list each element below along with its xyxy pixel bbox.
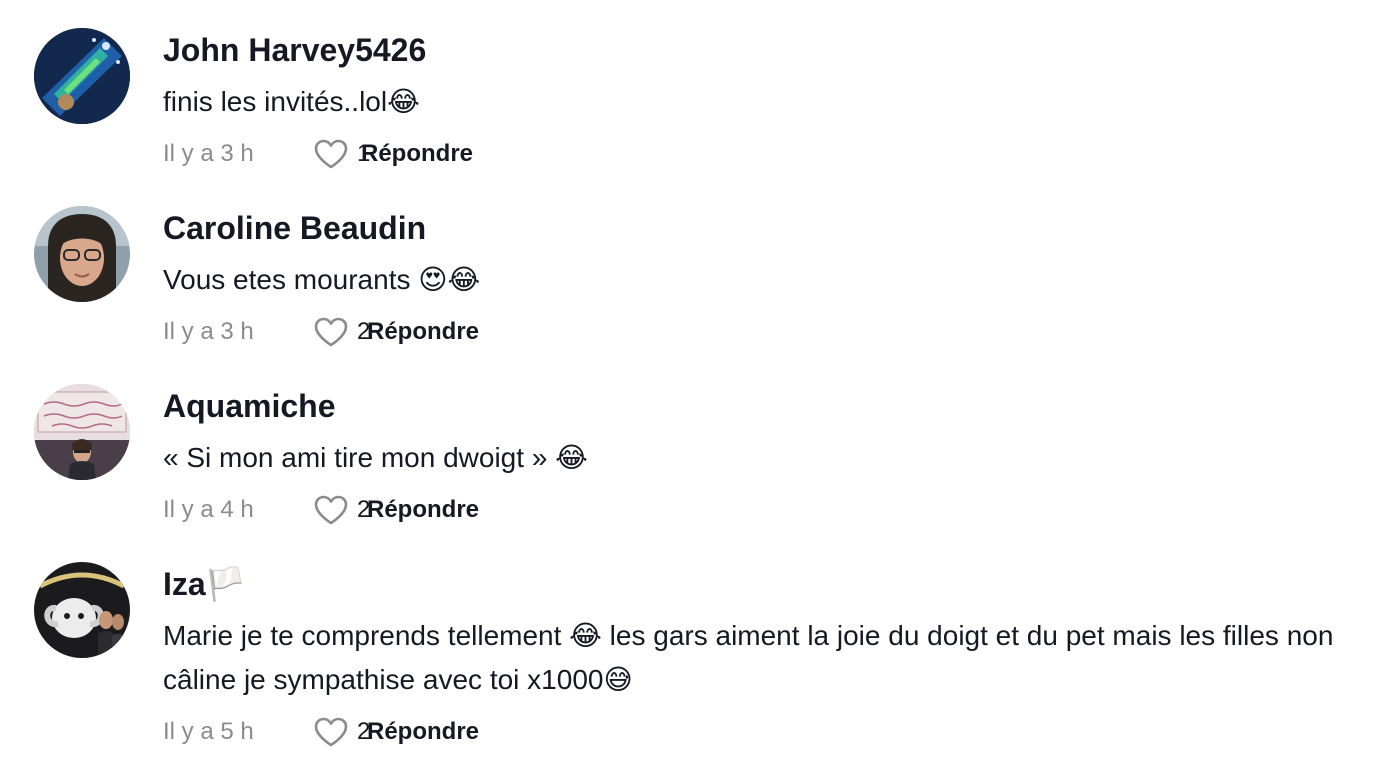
comment-text: Marie je te comprends tellement 😂 les ga… [163,620,1334,695]
comment-username[interactable]: Caroline Beaudin [163,208,426,248]
comment-meta: Il y a 5 h 2 Répondre [163,712,479,752]
comment-text: finis les invités..lol😂 [163,86,420,117]
comment-time: Il y a 4 h [163,496,254,523]
avatar[interactable] [34,562,130,658]
comment-time: Il y a 3 h [163,140,254,167]
reply-button[interactable]: Répondre [367,318,479,346]
comment-text: « Si mon ami tire mon dwoigt » 😂 [163,442,588,473]
avatar[interactable] [34,384,130,480]
comment-username[interactable]: Aquamiche [163,386,335,426]
avatar[interactable] [34,206,130,302]
heart-outline-icon [314,717,348,747]
comment-meta: Il y a 3 h 2 Répondre [163,312,479,352]
comment-meta: Il y a 4 h 2 Répondre [163,490,479,530]
comment-time: Il y a 5 h [163,718,254,745]
reply-button[interactable]: Répondre [361,140,473,168]
comment-username[interactable]: John Harvey5426 [163,30,426,70]
comment-username[interactable]: Iza🏳️ [163,564,246,604]
comment-text: Vous etes mourants 😍😂 [163,264,481,295]
heart-outline-icon [314,495,348,525]
reply-button[interactable]: Répondre [367,718,479,746]
comment-time: Il y a 3 h [163,318,254,345]
reply-button[interactable]: Répondre [367,496,479,524]
comment-meta: Il y a 3 h 1 Répondre [163,134,473,174]
heart-outline-icon [314,317,348,347]
heart-outline-icon [314,139,348,169]
avatar[interactable] [34,28,130,124]
